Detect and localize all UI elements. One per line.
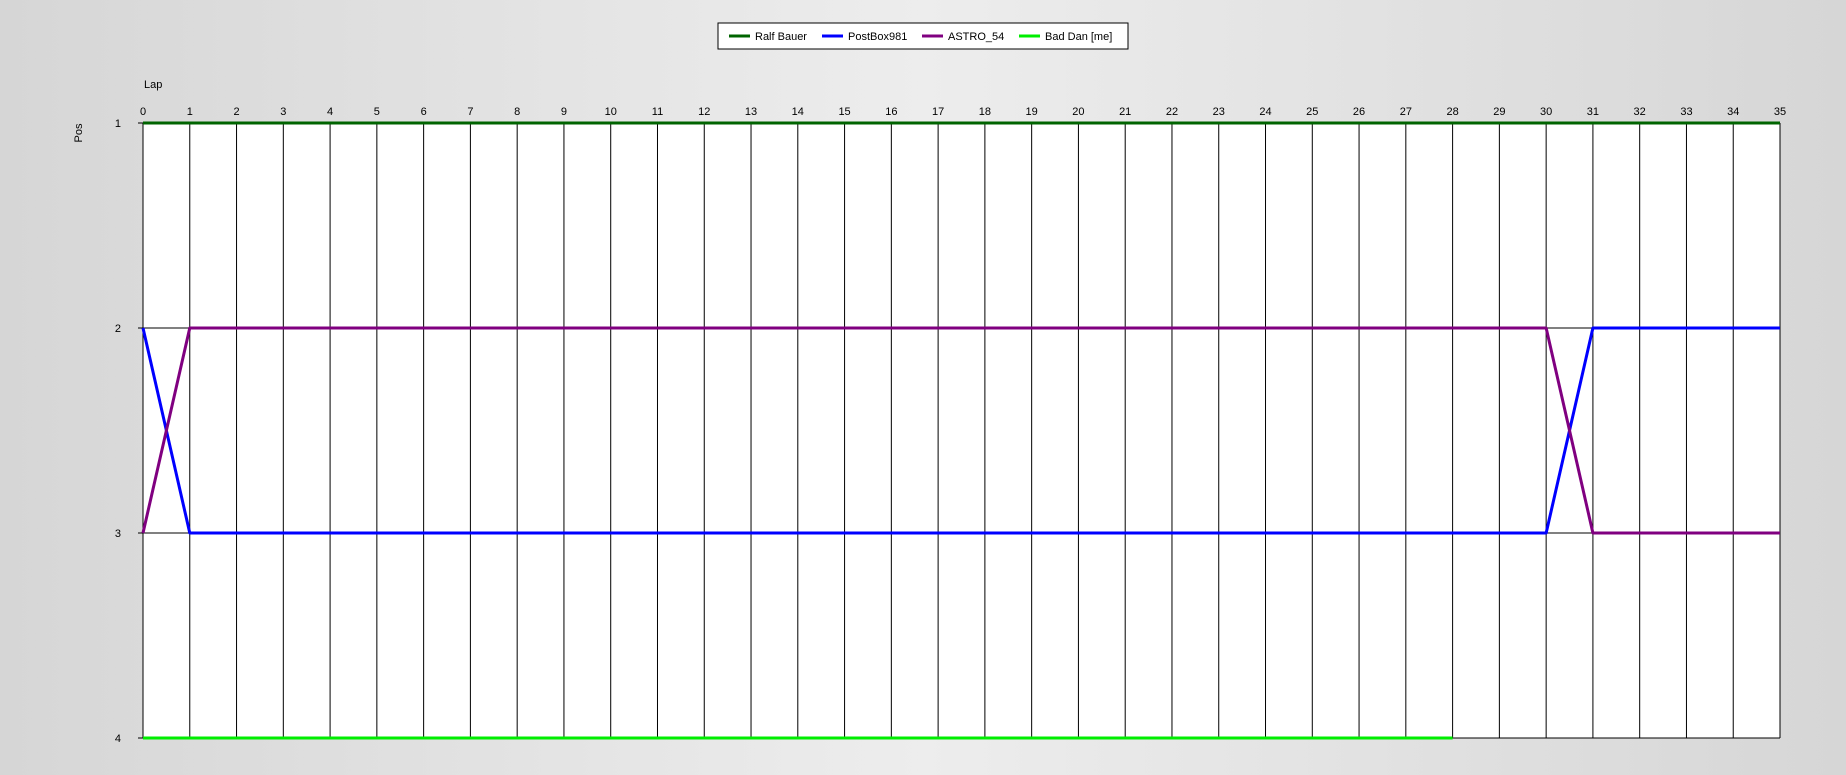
- legend-label: ASTRO_54: [948, 31, 1004, 43]
- x-tick-label: 33: [1680, 106, 1692, 118]
- x-tick-label: 5: [374, 106, 380, 118]
- x-tick-label: 31: [1587, 106, 1599, 118]
- legend-label: Ralf Bauer: [755, 31, 807, 43]
- y-tick-label: 1: [115, 118, 121, 130]
- legend-label: Bad Dan [me]: [1045, 31, 1112, 43]
- x-tick-label: 35: [1774, 106, 1786, 118]
- x-tick-label: 2: [233, 106, 239, 118]
- x-tick-label: 10: [605, 106, 617, 118]
- x-tick-label: 21: [1119, 106, 1131, 118]
- x-tick-label: 28: [1446, 106, 1458, 118]
- x-tick-label: 19: [1026, 106, 1038, 118]
- legend-label: PostBox981: [848, 31, 907, 43]
- x-tick-label: 0: [140, 106, 146, 118]
- x-tick-label: 27: [1400, 106, 1412, 118]
- plot-area: [143, 123, 1780, 738]
- x-tick-label: 30: [1540, 106, 1552, 118]
- y-axis-label: Pos: [73, 123, 85, 142]
- x-tick-label: 26: [1353, 106, 1365, 118]
- x-tick-label: 14: [792, 106, 804, 118]
- x-tick-label: 8: [514, 106, 520, 118]
- x-tick-label: 22: [1166, 106, 1178, 118]
- x-tick-label: 17: [932, 106, 944, 118]
- x-tick-label: 4: [327, 106, 333, 118]
- position-chart: Ralf Bauer PostBox981 ASTRO_54 Bad Dan [me]…: [0, 0, 1846, 770]
- x-tick-label: 12: [698, 106, 710, 118]
- x-tick-label: 15: [838, 106, 850, 118]
- chart-svg: Ralf Bauer PostBox981 ASTRO_54 Bad Dan [me]…: [73, 22, 1786, 745]
- x-tick-label: 34: [1727, 106, 1739, 118]
- x-tick-label: 11: [652, 106, 663, 118]
- x-tick-label: 29: [1493, 106, 1505, 118]
- x-tick-label: 32: [1634, 106, 1646, 118]
- x-tick-labels: 0 1 2 3 4 5 6 7 8 9 10 11 12 13 14 15 16 17 18 19 20 21 22 23 24…: [140, 106, 1786, 118]
- x-tick-label: 6: [421, 106, 427, 118]
- y-tick-label: 2: [115, 323, 121, 335]
- y-tick-label: 3: [115, 528, 121, 540]
- x-axis-label: Lap: [144, 79, 162, 91]
- x-tick-label: 16: [885, 106, 897, 118]
- x-tick-label: 24: [1259, 106, 1271, 118]
- x-tick-label: 23: [1213, 106, 1225, 118]
- x-tick-label: 18: [979, 106, 991, 118]
- x-tick-label: 20: [1072, 106, 1084, 118]
- x-tick-label: 9: [561, 106, 567, 118]
- x-tick-label: 25: [1306, 106, 1318, 118]
- x-tick-label: 13: [745, 106, 757, 118]
- legend: Ralf Bauer PostBox981 ASTRO_54 Bad Dan [me]: [717, 22, 1129, 50]
- x-tick-label: 7: [467, 106, 473, 118]
- x-tick-label: 1: [187, 106, 193, 118]
- y-tick-labels: 1 2 3 4: [115, 118, 121, 745]
- y-tick-label: 4: [115, 733, 121, 745]
- x-tick-label: 3: [280, 106, 286, 118]
